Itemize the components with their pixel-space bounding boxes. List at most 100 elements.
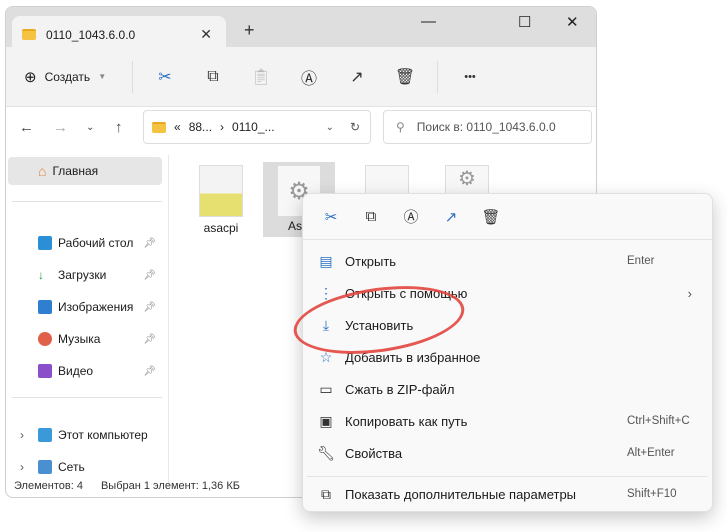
sidebar-item-music[interactable]: Музыка 📌︎ xyxy=(8,325,162,353)
sidebar-label: Сеть xyxy=(58,460,85,474)
cut-icon[interactable]: ✂ xyxy=(141,67,189,87)
sidebar-label: Музыка xyxy=(58,332,101,346)
chevron-right-icon: › xyxy=(687,285,692,301)
expand-chevron-icon[interactable]: › xyxy=(20,428,24,442)
pin-icon: 📌︎ xyxy=(143,269,156,281)
menu-shortcut: Shift+F10 xyxy=(627,488,677,500)
back-icon[interactable]: ← xyxy=(19,119,34,136)
minimize-button[interactable]: — xyxy=(421,13,436,30)
plus-circle-icon: ⊕ xyxy=(24,68,37,86)
title-bar: 0110_1043.6.0.0 ✕ + — ☐ ✕ xyxy=(6,7,596,53)
delete-icon[interactable]: 🗑︎ xyxy=(381,67,429,87)
sidebar-item-this-pc[interactable]: › Этот компьютер xyxy=(8,421,162,449)
menu-label: Копировать как путь xyxy=(345,413,468,429)
desktop-icon xyxy=(38,236,52,250)
up-icon[interactable]: ↑ xyxy=(115,119,123,136)
sidebar-label: Рабочий стол xyxy=(58,236,134,250)
chevron-down-icon: ▼ xyxy=(98,72,107,81)
sidebar-item-downloads[interactable]: ↓ Загрузки 📌︎ xyxy=(8,261,162,289)
folder-icon xyxy=(22,29,36,40)
sidebar-item-videos[interactable]: Видео 📌︎ xyxy=(8,357,162,385)
breadcrumb-item[interactable]: 88... xyxy=(189,120,212,134)
file-item[interactable]: asacpi xyxy=(185,165,257,235)
breadcrumb-overflow[interactable]: « xyxy=(174,120,181,134)
pane-divider[interactable] xyxy=(168,155,169,485)
wrench-icon: 🔧︎ xyxy=(317,444,335,461)
selection-info: Выбран 1 элемент: 1,36 КБ xyxy=(100,480,240,492)
sidebar-item-home[interactable]: ⌂ Главная xyxy=(8,157,162,185)
download-icon: ↓ xyxy=(38,268,44,282)
pin-icon: 📌︎ xyxy=(143,365,156,377)
create-label: Создать xyxy=(44,69,91,84)
home-icon: ⌂ xyxy=(38,163,47,179)
divider xyxy=(437,60,438,93)
sidebar-label: Видео xyxy=(58,364,94,378)
menu-shortcut: Enter xyxy=(627,255,655,267)
address-bar[interactable]: « 88... › 0110_... ⌄ ↻ xyxy=(143,110,371,144)
maximize-button[interactable]: ☐ xyxy=(518,13,531,31)
sidebar-label: Этот компьютер xyxy=(58,428,148,442)
sidebar-label: Загрузки xyxy=(58,268,107,282)
search-icon: ⚲ xyxy=(396,120,405,134)
copy-icon[interactable]: ⧉ xyxy=(189,68,237,86)
copy-icon[interactable]: ⧉ xyxy=(351,208,391,225)
menu-item-open[interactable]: ▤ Открыть Enter xyxy=(303,246,712,276)
menu-label: Открыть xyxy=(345,253,397,269)
notepad-icon: ▤ xyxy=(319,252,333,269)
pin-icon: 📌︎ xyxy=(143,237,156,249)
expand-icon: ⧉ xyxy=(321,485,331,502)
create-button[interactable]: ⊕ Создать ▼ xyxy=(24,68,124,86)
rename-icon[interactable]: Ⓐ xyxy=(285,65,333,89)
menu-label: Показать дополнительные параметры xyxy=(345,486,577,502)
share-icon[interactable]: ↗ xyxy=(333,67,381,87)
menu-item-zip[interactable]: ▭ Сжать в ZIP-файл xyxy=(303,374,712,404)
recent-chevron-icon[interactable]: ⌄ xyxy=(86,122,94,133)
breadcrumb-item[interactable]: 0110_... xyxy=(232,120,274,134)
close-window-button[interactable]: ✕ xyxy=(566,13,579,31)
sidebar-label: Главная xyxy=(52,164,99,178)
menu-shortcut: Alt+Enter xyxy=(627,447,675,459)
pictures-icon xyxy=(38,300,52,314)
menu-item-properties[interactable]: 🔧︎ Свойства Alt+Enter xyxy=(303,438,712,468)
close-tab-button[interactable]: ✕ xyxy=(200,26,212,43)
network-icon xyxy=(38,460,52,474)
divider xyxy=(12,397,162,398)
divider xyxy=(307,476,708,477)
menu-shortcut: Ctrl+Shift+C xyxy=(627,415,690,427)
copy-path-icon: ▣ xyxy=(319,412,333,429)
delete-icon[interactable]: 🗑︎ xyxy=(471,208,511,226)
sidebar-label: Изображения xyxy=(58,300,134,314)
menu-label: Сжать в ZIP-файл xyxy=(345,381,455,397)
new-tab-button[interactable]: + xyxy=(244,20,255,41)
divider xyxy=(12,201,162,202)
context-menu-quick-actions: ✂ ⧉ Ⓐ ↗ 🗑︎ xyxy=(303,194,712,240)
rename-icon[interactable]: Ⓐ xyxy=(391,206,431,227)
pin-icon: 📌︎ xyxy=(143,301,156,313)
divider xyxy=(132,60,133,93)
cut-icon[interactable]: ✂ xyxy=(311,208,351,226)
setup-info-icon xyxy=(199,165,243,217)
menu-item-more-options[interactable]: ⧉ Показать дополнительные параметры Shift+… xyxy=(303,479,712,509)
breadcrumb-separator: › xyxy=(220,120,225,134)
file-name: asacpi xyxy=(203,221,239,235)
refresh-icon[interactable]: ↻ xyxy=(350,120,360,134)
sidebar-item-desktop[interactable]: Рабочий стол 📌︎ xyxy=(8,229,162,257)
paste-icon[interactable]: 📋︎ xyxy=(237,67,285,87)
music-icon xyxy=(38,332,52,346)
item-count: Элементов: 4 xyxy=(14,480,83,492)
menu-item-copy-path[interactable]: ▣ Копировать как путь Ctrl+Shift+C xyxy=(303,406,712,436)
folder-icon xyxy=(152,121,166,133)
zip-folder-icon: ▭ xyxy=(319,380,333,397)
more-button[interactable]: ••• xyxy=(446,71,494,83)
forward-icon[interactable]: → xyxy=(53,119,68,136)
menu-label: Свойства xyxy=(345,445,403,461)
computer-icon xyxy=(38,428,52,442)
share-icon[interactable]: ↗ xyxy=(431,208,471,226)
command-bar: ⊕ Создать ▼ ✂ ⧉ 📋︎ Ⓐ ↗ 🗑︎ ••• xyxy=(6,47,596,107)
address-dropdown-icon[interactable]: ⌄ xyxy=(326,122,334,133)
sidebar-item-pictures[interactable]: Изображения 📌︎ xyxy=(8,293,162,321)
expand-chevron-icon[interactable]: › xyxy=(20,460,24,474)
search-placeholder: Поиск в: 0110_1043.6.0.0 xyxy=(416,120,556,134)
pin-icon: 📌︎ xyxy=(143,333,156,345)
search-box[interactable]: ⚲ Поиск в: 0110_1043.6.0.0 xyxy=(383,110,592,144)
